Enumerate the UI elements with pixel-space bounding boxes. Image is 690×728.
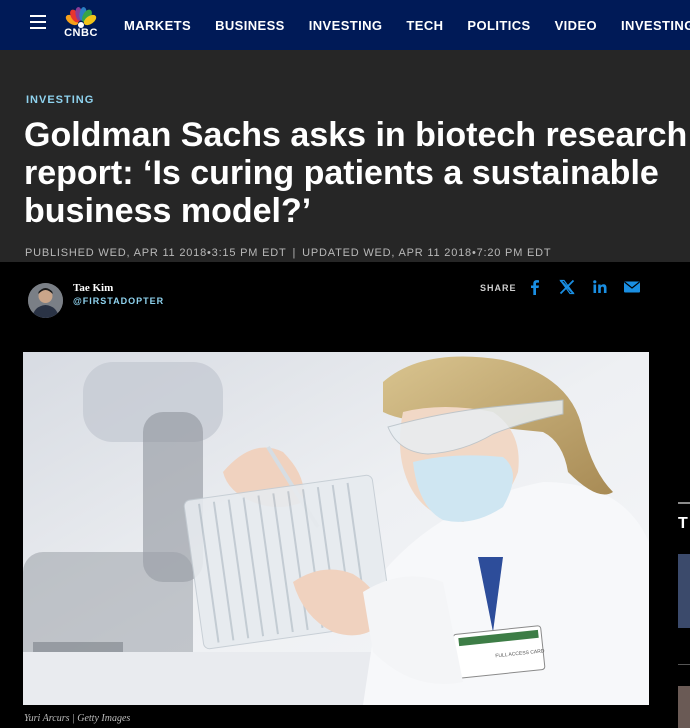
article-headline: Goldman Sachs asks in biotech research r… xyxy=(24,116,688,230)
author-avatar[interactable] xyxy=(28,283,63,318)
published-time: PUBLISHED WED, APR 11 2018•3:15 PM EDT xyxy=(25,247,287,259)
nav-item-politics[interactable]: POLITICS xyxy=(467,18,530,33)
logo-wordmark: CNBC xyxy=(64,27,98,39)
article-timestamps: PUBLISHED WED, APR 11 2018•3:15 PM EDT | U… xyxy=(25,247,551,259)
nav-item-investing[interactable]: INVESTING xyxy=(309,18,383,33)
share-label: SHARE xyxy=(480,283,517,293)
facebook-icon[interactable] xyxy=(526,278,544,296)
nav-item-video[interactable]: VIDEO xyxy=(555,18,597,33)
author-name[interactable]: Tae Kim xyxy=(73,282,113,294)
peacock-icon xyxy=(65,7,97,28)
sidebar-heading: T xyxy=(678,515,688,532)
email-icon[interactable] xyxy=(623,278,641,296)
sidebar-divider xyxy=(678,502,690,504)
nav-item-tech[interactable]: TECH xyxy=(406,18,443,33)
cnbc-logo[interactable]: CNBC xyxy=(60,6,102,40)
updated-time: UPDATED WED, APR 11 2018•7:20 PM EDT xyxy=(302,247,552,259)
sidebar-thumbnail[interactable] xyxy=(678,686,690,728)
nav-item-business[interactable]: BUSINESS xyxy=(215,18,285,33)
sidebar-divider xyxy=(678,664,690,665)
timestamp-separator: | xyxy=(292,247,297,259)
section-kicker[interactable]: INVESTING xyxy=(26,94,94,106)
byline-row: Tae Kim @FIRSTADOPTER SHARE xyxy=(0,262,690,352)
author-handle[interactable]: @FIRSTADOPTER xyxy=(73,296,164,306)
menu-icon[interactable] xyxy=(30,15,46,29)
nav-item-markets[interactable]: MARKETS xyxy=(124,18,191,33)
article-header: INVESTING Goldman Sachs asks in biotech … xyxy=(0,50,690,262)
linkedin-icon[interactable] xyxy=(591,278,609,296)
image-caption: Yuri Arcurs | Getty Images xyxy=(24,713,131,724)
top-nav: CNBC MARKETS BUSINESS INVESTING TECH POL… xyxy=(0,0,690,50)
nav-menu: MARKETS BUSINESS INVESTING TECH POLITICS… xyxy=(124,0,690,50)
author-photo xyxy=(28,283,63,318)
sidebar-thumbnail[interactable] xyxy=(678,554,690,628)
article-hero-image: FULL ACCESS CARD xyxy=(23,352,649,705)
lab-scientist-photo: FULL ACCESS CARD xyxy=(23,352,649,705)
x-icon[interactable] xyxy=(558,278,576,296)
nav-item-investing-club[interactable]: INVESTING CLUB xyxy=(621,18,690,33)
